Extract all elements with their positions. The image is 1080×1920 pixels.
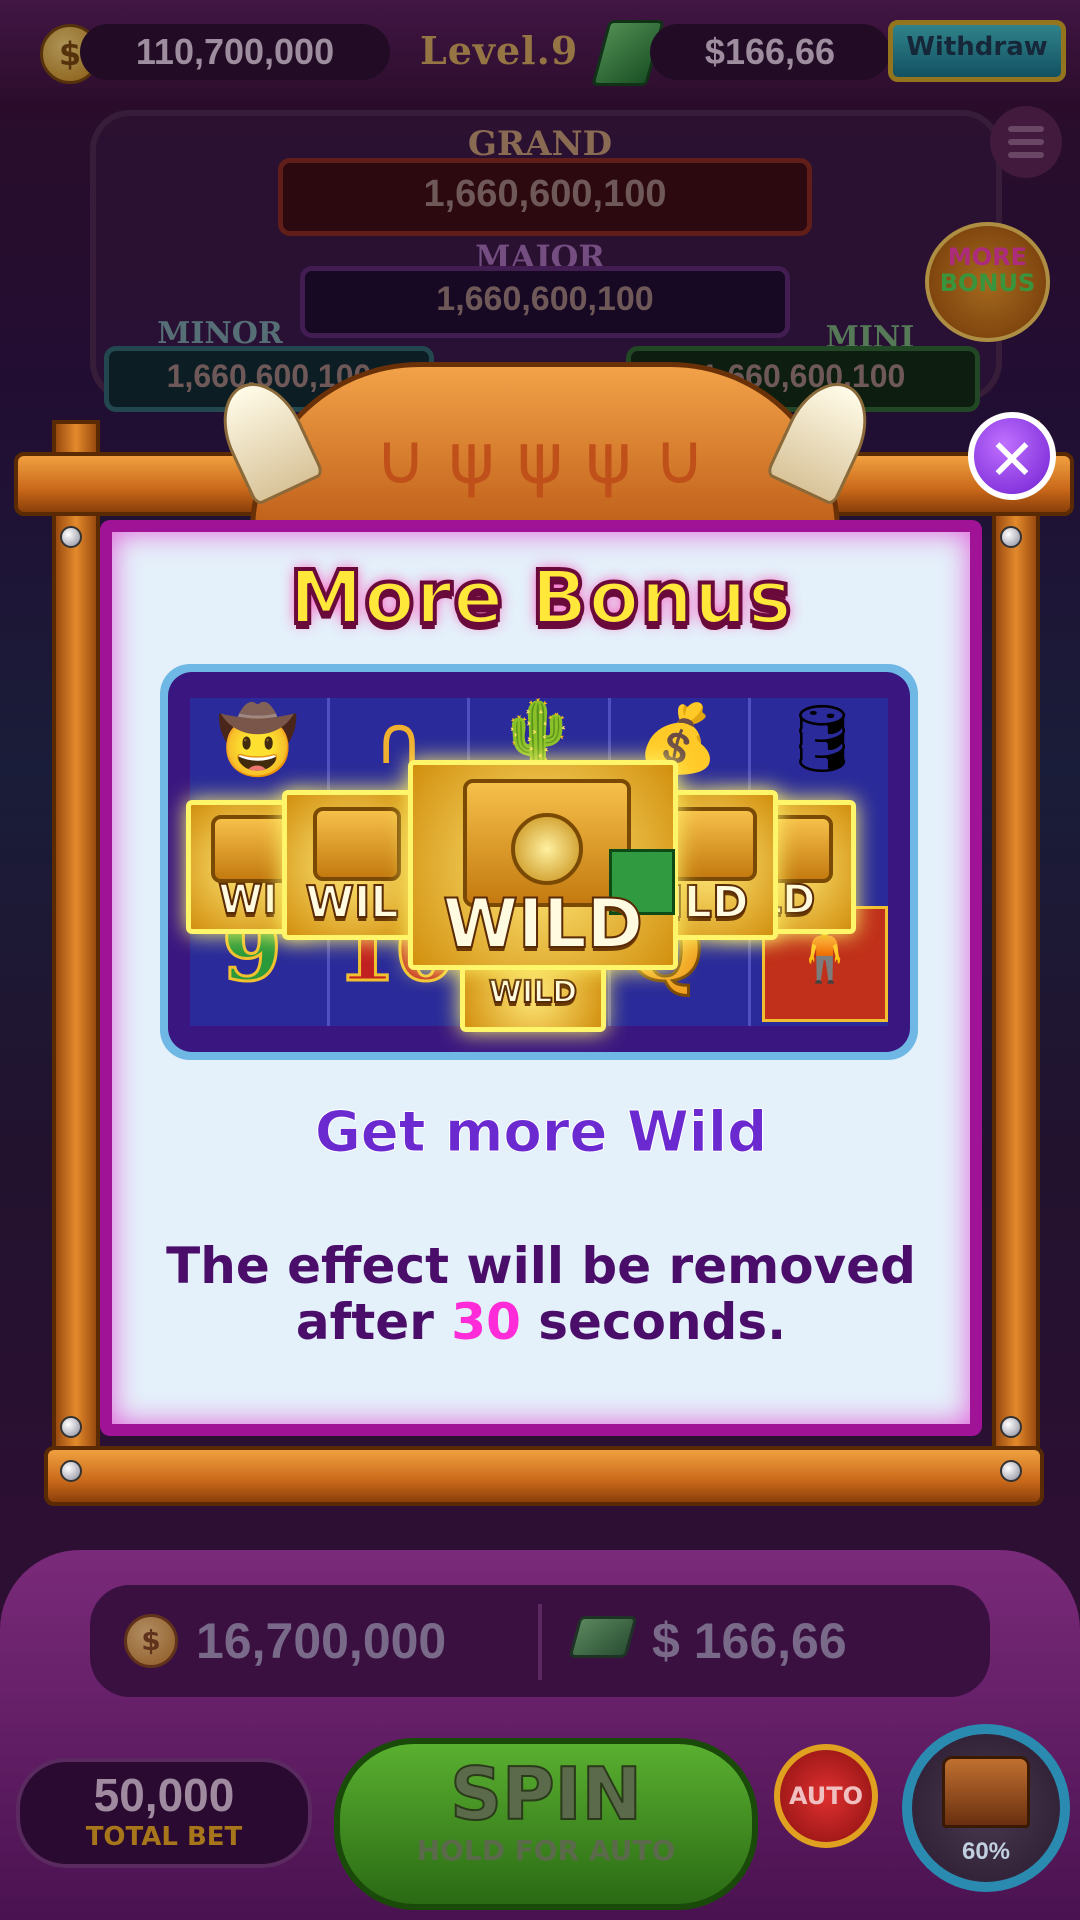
total-bet-label: TOTAL BET	[85, 1822, 243, 1852]
spin-sublabel: HOLD FOR AUTO	[416, 1834, 676, 1867]
cash-icon	[568, 1616, 638, 1658]
wild-symbol-featured: WILD	[408, 760, 678, 970]
popup-subtitle: Get more Wild	[314, 1100, 768, 1166]
popup-description: The effect will be removed after 30 seco…	[166, 1237, 916, 1351]
rivet	[1000, 526, 1022, 548]
sign-decoration: ∪ ψ ψ ψ ∪	[374, 418, 705, 500]
treasure-chest-button[interactable]: 60%	[902, 1724, 1070, 1892]
rivet	[1000, 1416, 1022, 1438]
reel-preview: 🤠 ∩ 🌵 💰 🛢 9 10 Q 🧍 WILD WI WIL LD ILD	[160, 664, 918, 1060]
chest-progress: 60%	[961, 1838, 1011, 1865]
rivet	[1000, 1460, 1022, 1482]
rivet	[60, 1460, 82, 1482]
safe-icon	[211, 815, 291, 883]
auto-button[interactable]: AUTO	[774, 1744, 878, 1848]
barrel-icon: 🛢	[780, 700, 864, 777]
close-icon: ✕	[988, 428, 1036, 493]
spin-button[interactable]: SPIN HOLD FOR AUTO	[334, 1738, 758, 1910]
popup-title: More Bonus	[287, 553, 794, 643]
right-post	[992, 420, 1040, 1478]
spin-label: SPIN	[449, 1752, 643, 1836]
rivet	[60, 1416, 82, 1438]
chest-icon	[942, 1756, 1030, 1828]
safe-icon	[669, 807, 757, 881]
total-bet-value: 50,000	[93, 1769, 235, 1821]
total-bet[interactable]: 50,000 TOTAL BET	[16, 1758, 312, 1868]
cowboy-hat-icon: 🤠	[216, 702, 300, 779]
rivet	[60, 526, 82, 548]
divider	[538, 1604, 542, 1680]
safe-icon	[313, 807, 401, 881]
bottom-cash-balance: $ 166,66	[652, 1613, 847, 1669]
bottom-coin-balance: 16,700,000	[196, 1613, 447, 1669]
bottom-beam	[44, 1446, 1044, 1506]
wild-symbol: WIL	[282, 790, 422, 940]
close-button[interactable]: ✕	[968, 412, 1056, 500]
countdown-seconds: 30	[451, 1293, 521, 1351]
coin-icon: $	[124, 1614, 178, 1668]
left-post	[52, 420, 100, 1478]
